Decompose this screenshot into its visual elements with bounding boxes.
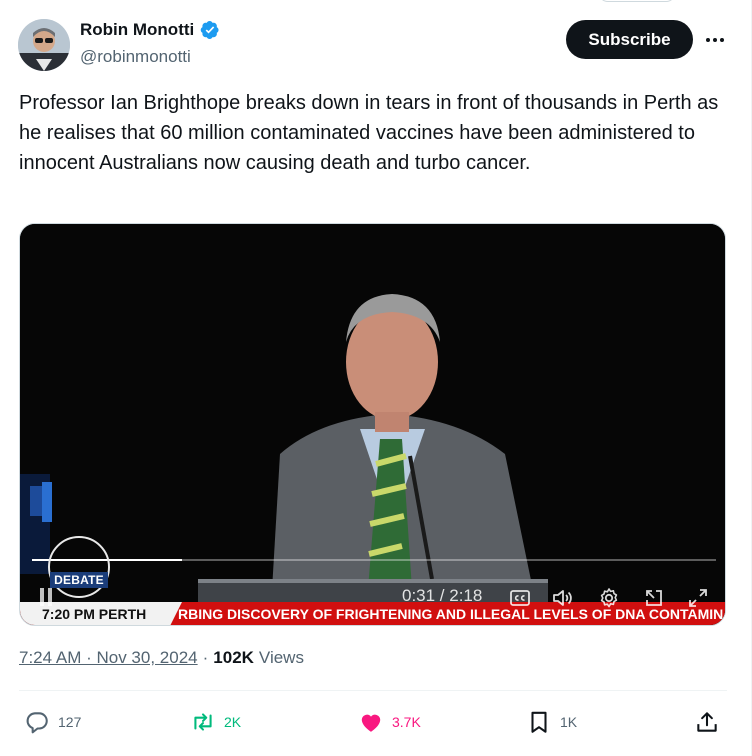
verified-badge-icon	[200, 21, 219, 39]
video-progress-bar[interactable]	[32, 559, 716, 561]
meta-separator: ·	[202, 648, 209, 667]
video-time-display: 0:31 / 2:18	[402, 586, 483, 605]
avatar[interactable]	[18, 19, 70, 71]
tweet-text: Professor Ian Brighthope breaks down in …	[19, 92, 719, 174]
author-handle[interactable]: @robinmonotti	[80, 47, 191, 67]
pause-icon[interactable]	[40, 588, 54, 606]
settings-icon[interactable]	[597, 586, 621, 610]
author-display-name[interactable]: Robin Monotti	[80, 20, 194, 40]
divider	[19, 690, 727, 691]
repost-count: 2K	[224, 714, 242, 730]
share-button[interactable]	[694, 706, 720, 738]
captions-icon[interactable]	[508, 586, 532, 610]
views-count: 102K	[213, 648, 254, 667]
bookmark-count: 1K	[560, 714, 578, 730]
tweet-timestamp[interactable]: 7:24 AM · Nov 30, 2024	[19, 648, 198, 668]
like-count: 3.7K	[392, 714, 421, 730]
channel-logo: DEBATE	[50, 572, 108, 588]
reply-icon	[26, 712, 48, 734]
subscribe-button[interactable]: Subscribe	[566, 20, 693, 59]
reply-count: 127	[58, 714, 82, 730]
tweet-meta: 7:24 AM · Nov 30, 2024 · 102K Views	[19, 648, 304, 668]
channel-logo-ring	[48, 536, 110, 598]
previous-button-edge	[598, 0, 676, 2]
picture-in-picture-icon[interactable]	[642, 586, 666, 610]
volume-icon[interactable]	[550, 586, 574, 610]
video-frame	[20, 224, 725, 625]
author-name-row[interactable]: Robin Monotti	[80, 20, 220, 40]
share-icon	[697, 712, 717, 732]
fullscreen-icon[interactable]	[686, 586, 710, 610]
repost-icon	[194, 713, 212, 731]
bookmark-button[interactable]: 1K	[526, 706, 577, 738]
like-button[interactable]: 3.7K	[358, 706, 421, 738]
heart-icon	[361, 714, 381, 732]
repost-button[interactable]: 2K	[190, 706, 241, 738]
bookmark-icon	[531, 711, 547, 733]
more-options-icon[interactable]	[704, 30, 726, 50]
reply-button[interactable]: 127	[24, 706, 81, 738]
views-label: Views	[258, 648, 304, 667]
video-player[interactable]: DEBATE RBING DISCOVERY OF FRIGHTENING AN…	[19, 223, 726, 626]
